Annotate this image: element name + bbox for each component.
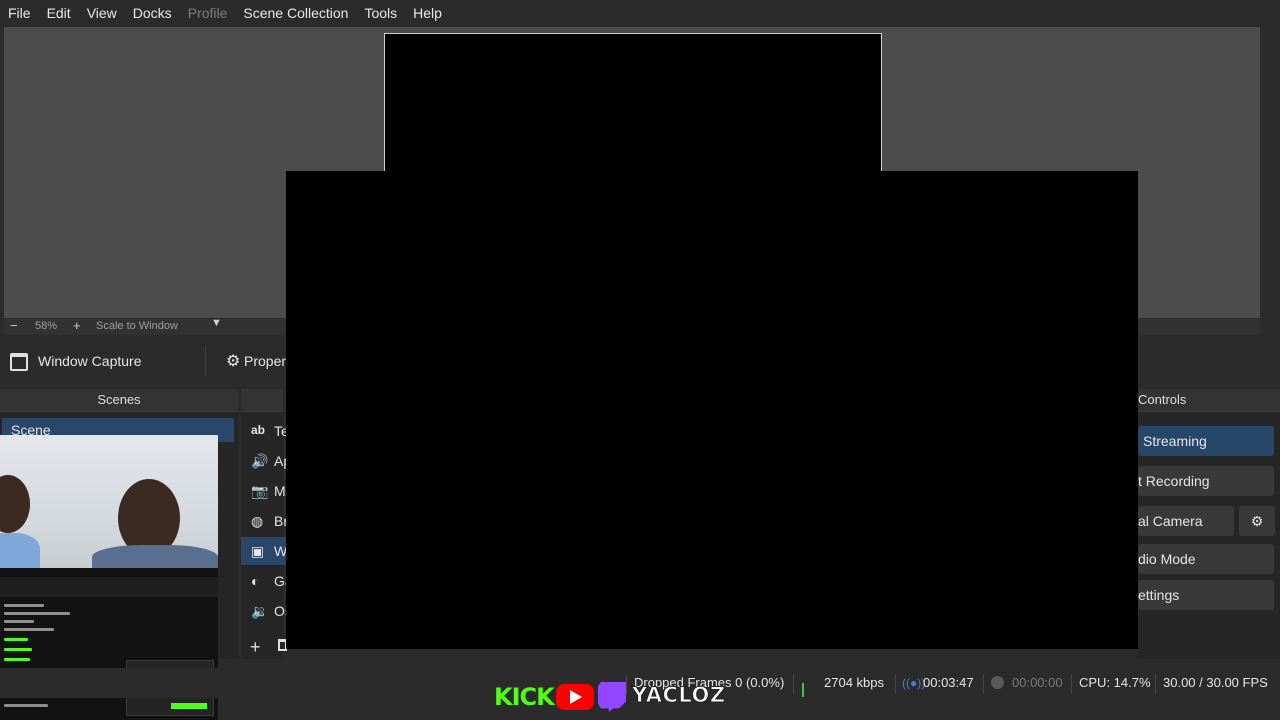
source-item-browser[interactable]: ◍ Br <box>241 507 288 535</box>
start-streaming-button[interactable]: Streaming <box>1138 426 1274 456</box>
menu-tools[interactable]: Tools <box>356 0 405 26</box>
studio-mode-button[interactable]: dio Mode <box>1138 544 1274 574</box>
status-divider <box>1155 674 1156 694</box>
gear-icon: ⚙ <box>1250 513 1264 529</box>
controls-dock: Controls Streaming t Recording al Camera… <box>1138 389 1280 659</box>
chat-line <box>4 620 34 623</box>
menu-scene-collection[interactable]: Scene Collection <box>235 0 356 26</box>
chat-line <box>4 638 28 641</box>
record-time: 00:00:00 <box>1012 675 1063 690</box>
source-item-speaker[interactable]: 🔉 Os <box>241 597 292 625</box>
settings-button[interactable]: ettings <box>1138 580 1274 610</box>
chat-line <box>4 704 48 707</box>
person-right-shirt <box>92 545 218 568</box>
person-left-shirt <box>0 533 40 568</box>
scale-mode-select[interactable]: Scale to Window <box>96 320 178 332</box>
browser-icon: ◍ <box>251 513 264 529</box>
chat-line <box>4 628 54 631</box>
menu-docks[interactable]: Docks <box>125 0 180 26</box>
zoom-in-button[interactable]: + <box>73 318 81 333</box>
virtual-camera-button[interactable]: al Camera <box>1138 506 1234 536</box>
stream-time: 00:03:47 <box>923 675 974 690</box>
virtual-camera-settings-button[interactable]: ⚙ <box>1239 506 1275 536</box>
source-label: M <box>274 483 286 499</box>
menu-view[interactable]: View <box>79 0 125 26</box>
sources-dock-header <box>241 389 283 412</box>
chat-line <box>4 612 70 615</box>
twitch-icon <box>598 682 626 712</box>
controls-dock-title: Controls <box>1138 389 1280 412</box>
status-divider <box>793 674 794 694</box>
status-divider <box>1071 674 1072 694</box>
window-icon: ▣ <box>251 543 265 559</box>
audio-icon: 🔊 <box>251 453 269 469</box>
fps: 30.00 / 30.00 FPS <box>1163 675 1268 690</box>
gamepad-icon: ◐ <box>251 573 260 589</box>
chat-popup-button <box>171 703 207 709</box>
sources-dock: ab Te 🔊 Ap 📷 M ◍ Br ▣ W ◐ Ga 🔉 Os + <box>241 389 293 659</box>
webcam-overlay <box>0 435 218 568</box>
source-item-window[interactable]: ▣ W <box>241 537 287 565</box>
chevron-down-icon[interactable]: ▼ <box>211 317 222 329</box>
zoom-out-button[interactable]: − <box>10 318 18 333</box>
overlay-window <box>286 171 1138 649</box>
status-divider <box>895 674 896 694</box>
source-item-text[interactable]: ab Te <box>241 417 289 445</box>
record-indicator-icon <box>991 676 1004 689</box>
bitrate: 2704 kbps <box>824 675 884 690</box>
chat-line <box>4 648 32 651</box>
scenes-dock-title: Scenes <box>0 389 238 412</box>
channel-name: YACLOZ <box>632 683 726 708</box>
source-item-game[interactable]: ◐ Ga <box>241 567 293 595</box>
start-recording-button[interactable]: t Recording <box>1138 466 1274 496</box>
preview-canvas[interactable] <box>384 33 882 171</box>
zoom-level: 58% <box>35 320 58 332</box>
kick-logo: KICK <box>494 683 555 711</box>
source-item-audio[interactable]: 🔊 Ap <box>241 447 291 475</box>
menu-help[interactable]: Help <box>405 0 450 26</box>
text-icon: ab <box>251 423 266 437</box>
chat-line <box>4 604 44 607</box>
streaming-indicator-icon: ((●)) <box>902 676 926 690</box>
youtube-icon <box>556 684 594 710</box>
chat-line <box>4 658 30 661</box>
menu-profile[interactable]: Profile <box>180 0 236 26</box>
toolbar-divider <box>205 346 206 376</box>
camera-icon: 📷 <box>251 483 269 499</box>
chat-header <box>0 577 218 597</box>
speaker-icon: 🔉 <box>251 603 269 619</box>
menu-edit[interactable]: Edit <box>39 0 79 26</box>
window-icon <box>10 353 28 371</box>
cpu-usage: CPU: 14.7% <box>1079 675 1151 690</box>
menu-file[interactable]: File <box>0 0 39 26</box>
source-item-camera[interactable]: 📷 M <box>241 477 286 505</box>
gear-icon[interactable]: ⚙ <box>226 351 240 371</box>
menu-bar: File Edit View Docks Profile Scene Colle… <box>0 0 1280 26</box>
brand-banner: KICK YACLOZ <box>494 681 734 715</box>
source-name: Window Capture <box>38 353 142 369</box>
person-left-head <box>0 475 30 533</box>
properties-button[interactable]: Proper <box>244 353 286 369</box>
add-source-button[interactable]: + <box>250 637 261 658</box>
status-divider <box>983 674 984 694</box>
